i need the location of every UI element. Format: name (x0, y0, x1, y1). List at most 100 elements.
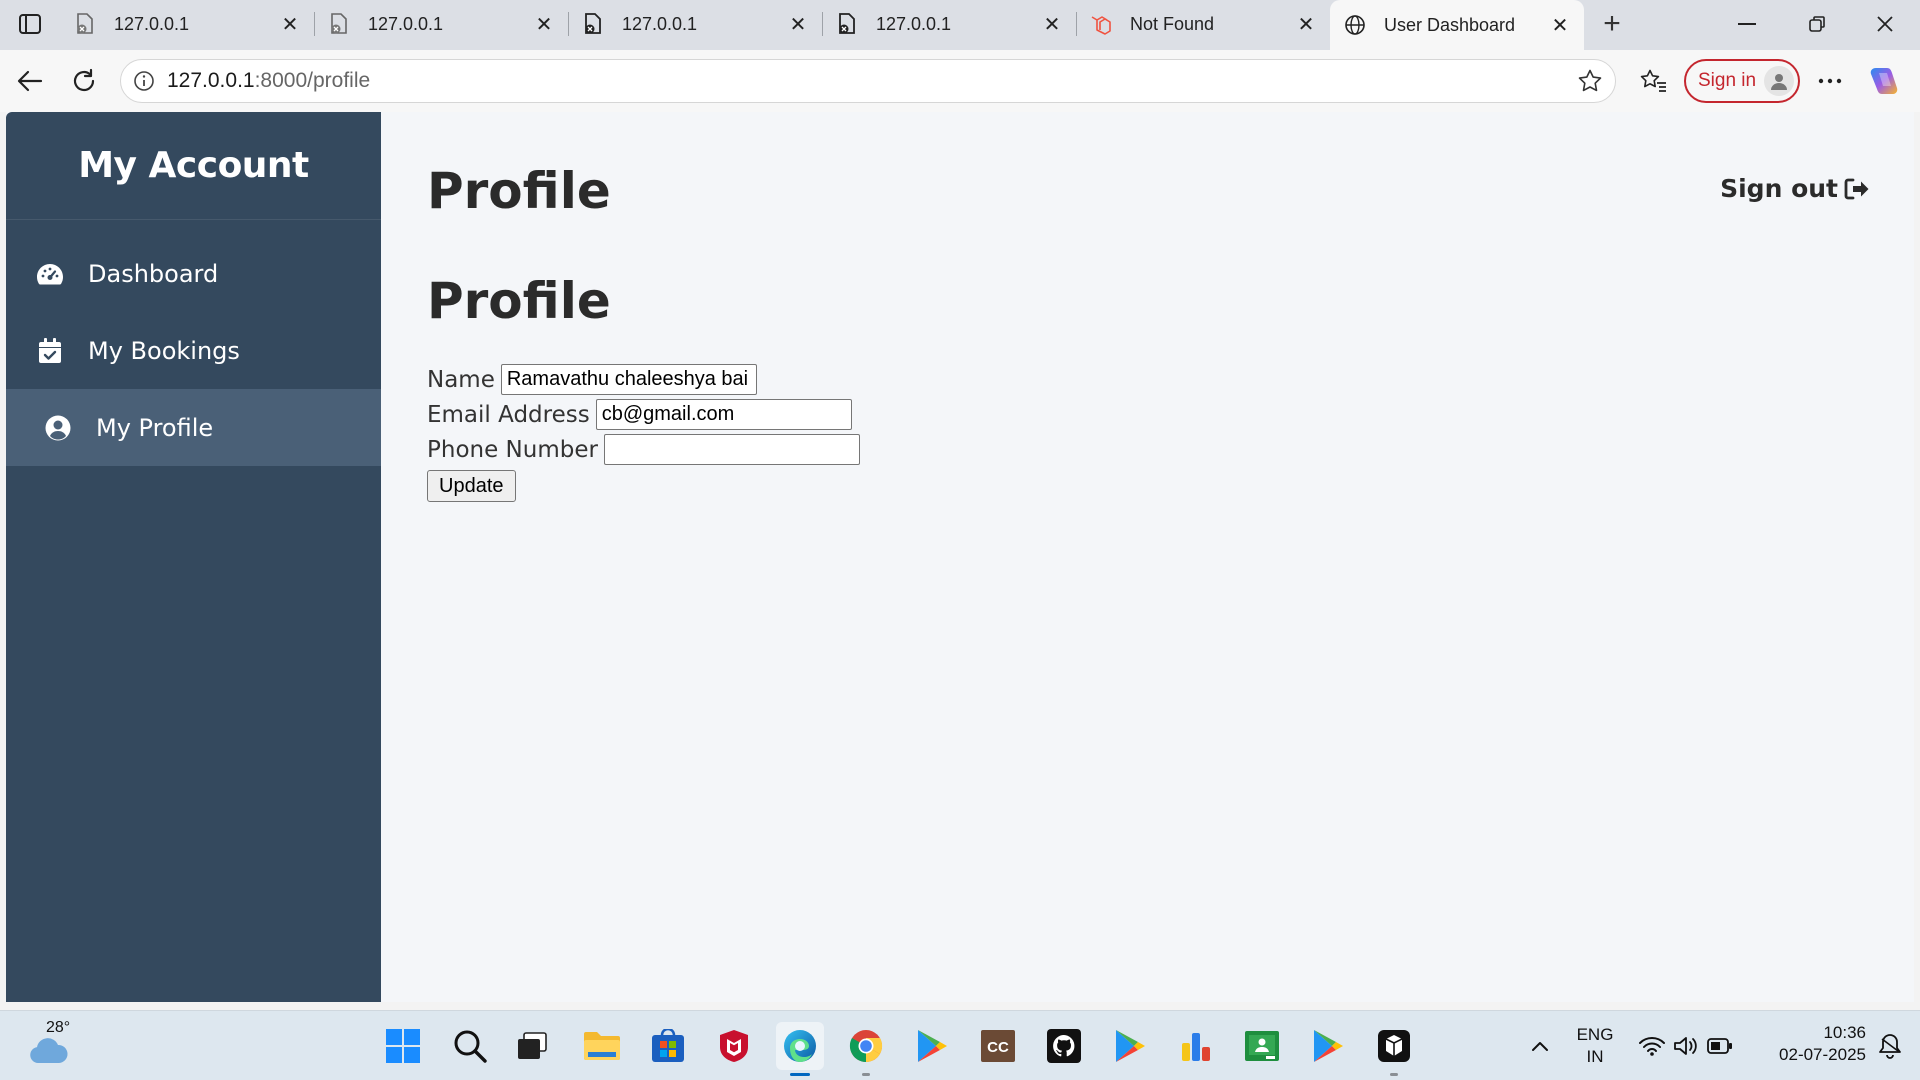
close-window-button[interactable] (1850, 0, 1920, 48)
classroom-icon (1245, 1031, 1279, 1061)
tab-close-icon[interactable]: ✕ (1296, 14, 1316, 36)
name-label: Name (427, 366, 495, 393)
terminal-app-button[interactable] (1370, 1022, 1418, 1076)
phone-field[interactable] (603, 434, 860, 465)
store-icon (652, 1029, 684, 1062)
sidebar-item-bookings[interactable]: My Bookings (6, 312, 381, 389)
show-hidden-icons-button[interactable] (1516, 1022, 1564, 1070)
notification-bell-icon (1879, 1034, 1901, 1059)
taskbar-search-button[interactable] (446, 1022, 494, 1070)
tab-close-icon[interactable]: ✕ (280, 14, 300, 36)
language-code: ENG (1576, 1025, 1614, 1044)
copilot-button[interactable] (1862, 59, 1906, 103)
reload-button[interactable] (62, 59, 106, 103)
browser-tab[interactable]: 127.0.0.1 ✕ (822, 0, 1076, 48)
language-indicator[interactable]: ENG IN (1574, 1024, 1616, 1068)
new-tab-button[interactable]: + (1584, 0, 1640, 48)
sign-out-icon (1844, 178, 1869, 199)
browser-tab[interactable]: 127.0.0.1 ✕ (568, 0, 822, 48)
notifications-button[interactable] (1870, 1022, 1910, 1070)
plus-icon: + (1603, 7, 1621, 40)
signin-label: Sign in (1698, 70, 1757, 91)
vertical-tabs-button[interactable] (0, 0, 60, 48)
settings-more-button[interactable] (1808, 59, 1852, 103)
sidebar-brand: My Account (6, 112, 381, 220)
mcafee-button[interactable] (710, 1022, 758, 1070)
page-blocked-icon (328, 13, 350, 35)
play-store-button-2[interactable] (1106, 1022, 1154, 1070)
power-bi-button[interactable] (1172, 1022, 1220, 1070)
tab-close-icon[interactable]: ✕ (1042, 14, 1062, 36)
start-button[interactable] (379, 1022, 427, 1070)
folder-icon (584, 1032, 620, 1060)
url-path: :8000/profile (254, 69, 371, 92)
email-label: Email Address (427, 401, 590, 428)
update-button[interactable]: Update (427, 470, 516, 502)
browser-tab[interactable]: Not Found ✕ (1076, 0, 1330, 48)
name-field[interactable] (500, 364, 757, 395)
app-box-icon (1378, 1030, 1410, 1062)
chrome-button[interactable] (842, 1022, 890, 1076)
favorite-star-icon[interactable] (1577, 68, 1603, 99)
play-store-icon (918, 1030, 947, 1062)
region-code: IN (1586, 1047, 1604, 1066)
form-row-email: Email Address (427, 397, 860, 432)
microsoft-store-button[interactable] (644, 1022, 692, 1070)
play-store-icon (1314, 1030, 1343, 1062)
site-info-icon[interactable] (121, 70, 167, 92)
sidebar-item-label: My Profile (96, 413, 214, 442)
classroom-button[interactable] (1238, 1022, 1286, 1070)
page-error-icon (582, 13, 604, 35)
favorites-button[interactable] (1632, 59, 1676, 103)
cloud-icon (30, 1038, 68, 1063)
signin-button[interactable]: Sign in (1684, 59, 1800, 103)
bar-chart-icon (1182, 1033, 1210, 1061)
sidebar-item-label: My Bookings (88, 336, 240, 365)
svg-text:CC: CC (987, 1039, 1009, 1056)
browser-toolbar: 127.0.0.1:8000/profile Sign in (0, 50, 1920, 112)
browser-tab[interactable]: 127.0.0.1 ✕ (60, 0, 314, 48)
quick-settings-button[interactable] (1632, 1022, 1740, 1070)
sidebar-item-label: Dashboard (88, 259, 219, 288)
file-explorer-button[interactable] (578, 1022, 626, 1070)
sidebar-item-dashboard[interactable]: Dashboard (6, 235, 381, 312)
browser-tab-active[interactable]: User Dashboard ✕ (1330, 0, 1584, 50)
play-store-button[interactable] (908, 1022, 956, 1070)
restore-button[interactable] (1782, 0, 1852, 48)
web-page: My Account Dashboard My Bookings My Prof… (6, 112, 1914, 1002)
task-view-icon (518, 1032, 547, 1059)
edge-button[interactable] (776, 1022, 824, 1076)
tab-title: 127.0.0.1 (622, 13, 698, 34)
github-button[interactable] (1040, 1022, 1088, 1070)
calendar-check-icon (36, 337, 64, 365)
play-store-icon (1116, 1030, 1145, 1062)
minimize-button[interactable] (1712, 0, 1782, 48)
sidebar-item-profile[interactable]: My Profile (6, 389, 381, 466)
form-row-name: Name (427, 362, 860, 397)
browser-tab[interactable]: 127.0.0.1 ✕ (314, 0, 568, 48)
signout-link[interactable]: Sign out (1720, 174, 1870, 203)
copilot-icon (1870, 68, 1898, 94)
page-error-icon (836, 13, 858, 35)
form-row-phone: Phone Number (427, 432, 860, 467)
github-icon (1047, 1029, 1081, 1063)
clock[interactable]: 10:36 02-07-2025 (1756, 1022, 1866, 1066)
tab-close-icon[interactable]: ✕ (788, 14, 808, 36)
tab-close-icon[interactable]: ✕ (534, 14, 554, 36)
browser-tab-strip: 127.0.0.1 ✕ 127.0.0.1 ✕ 127.0.0.1 ✕ 127.… (0, 0, 1920, 50)
cc-app-button[interactable]: CC (974, 1022, 1022, 1070)
weather-widget[interactable]: 28° (28, 1019, 78, 1073)
globe-icon (1344, 14, 1366, 36)
mcafee-shield-icon (720, 1030, 748, 1062)
tab-title: 127.0.0.1 (876, 13, 952, 34)
task-view-button[interactable] (508, 1022, 556, 1070)
laravel-icon (1090, 13, 1112, 35)
email-field[interactable] (595, 399, 852, 430)
tab-title: User Dashboard (1384, 14, 1516, 35)
back-button[interactable] (8, 59, 52, 103)
address-bar[interactable]: 127.0.0.1:8000/profile (120, 59, 1616, 103)
edge-icon (784, 1030, 816, 1062)
chrome-icon (849, 1030, 883, 1062)
play-store-button-3[interactable] (1304, 1022, 1352, 1070)
tab-close-icon[interactable]: ✕ (1550, 15, 1570, 37)
